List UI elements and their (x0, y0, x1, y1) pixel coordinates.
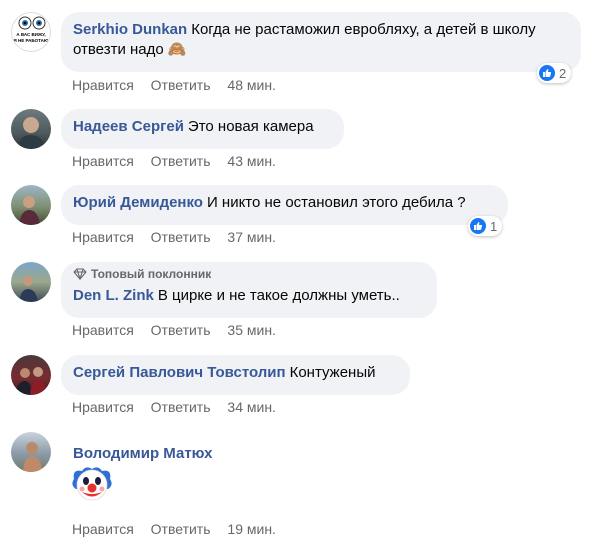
reply-link[interactable]: Ответить (151, 399, 211, 415)
avatar[interactable] (11, 432, 51, 472)
comment-text: Контуженый (289, 364, 376, 381)
comment-bubble: Топовый поклонник Den L. Zink В цирке и н… (61, 262, 437, 318)
like-link[interactable]: Нравится (72, 229, 134, 245)
comment-text: В цирке и не такое должны уметь.. (157, 287, 400, 304)
comment-actions: Нравится Ответить 34 мин. (72, 399, 289, 415)
reaction-number: 1 (490, 218, 498, 234)
comment-author[interactable]: Сергей Павлович Товстолип (73, 364, 286, 381)
comment-bubble: Serkhio Dunkan Когда не растаможил евробл… (61, 12, 581, 72)
like-reaction-icon (539, 65, 555, 81)
avatar[interactable] (11, 109, 51, 149)
timestamp[interactable]: 43 мин. (227, 153, 276, 169)
reaction-count[interactable]: 2 (537, 63, 572, 83)
comment-actions: Нравится Ответить 43 мин. (72, 153, 289, 169)
reaction-count[interactable]: 1 (468, 216, 503, 236)
avatar-caption: А ВАС ВИЖУ, Я НЕ РАБОТАЮ (13, 32, 49, 43)
timestamp[interactable]: 19 мин. (227, 521, 276, 537)
like-link[interactable]: Нравится (72, 399, 134, 415)
reaction-number: 2 (559, 65, 567, 81)
avatar[interactable] (11, 185, 51, 225)
see-no-evil-monkey-emoji: 🙈 (167, 41, 187, 58)
comment-bubble: Юрий Демиденко И никто не остановил этого… (61, 185, 508, 225)
comment-author[interactable]: Den L. Zink (73, 287, 154, 304)
reply-link[interactable]: Ответить (151, 153, 211, 169)
like-reaction-icon (470, 218, 486, 234)
like-link[interactable]: Нравится (72, 322, 134, 338)
comment-bubble: Сергей Павлович Товстолип Контуженый (61, 355, 410, 395)
timestamp[interactable]: 35 мин. (227, 322, 276, 338)
reply-link[interactable]: Ответить (151, 521, 211, 537)
comment-text: И никто не остановил этого дебила ? (206, 194, 466, 211)
comment-author[interactable]: Юрий Демиденко (73, 194, 203, 211)
comment-author[interactable]: Володимир Матюх (73, 445, 212, 462)
comment-bubble: Надеев Сергей Это новая камера (61, 109, 344, 149)
like-link[interactable]: Нравится (72, 521, 134, 537)
timestamp[interactable]: 48 мин. (227, 77, 276, 93)
comment-actions: Нравится Ответить 37 мин. (72, 229, 289, 245)
reply-link[interactable]: Ответить (151, 322, 211, 338)
comment-author[interactable]: Serkhio Dunkan (73, 21, 187, 38)
timestamp[interactable]: 37 мин. (227, 229, 276, 245)
comment-author[interactable]: Надеев Сергей (73, 118, 184, 135)
top-fan-badge[interactable]: Топовый поклонник (73, 266, 425, 282)
avatar[interactable]: А ВАС ВИЖУ, Я НЕ РАБОТАЮ (11, 12, 51, 52)
comment-actions: Нравится · Ответить 48 мин. (72, 77, 289, 93)
clown-face-emoji (72, 463, 112, 503)
comment-actions: Нравится Ответить 35 мин. (72, 322, 289, 338)
avatar[interactable] (11, 262, 51, 302)
reply-link[interactable]: Ответить (151, 77, 211, 93)
like-link[interactable]: Нравится (72, 153, 134, 169)
timestamp[interactable]: 34 мин. (227, 399, 276, 415)
comment-actions: Нравится Ответить 19 мин. (72, 521, 289, 537)
badge-label: Топовый поклонник (91, 267, 212, 281)
like-link[interactable]: Нравится (72, 77, 134, 93)
comment-bubble: Володимир Матюх (61, 436, 261, 466)
reply-link[interactable]: Ответить (151, 229, 211, 245)
diamond-icon (73, 268, 87, 280)
comment-text: Это новая камера (187, 118, 314, 135)
avatar[interactable] (11, 355, 51, 395)
